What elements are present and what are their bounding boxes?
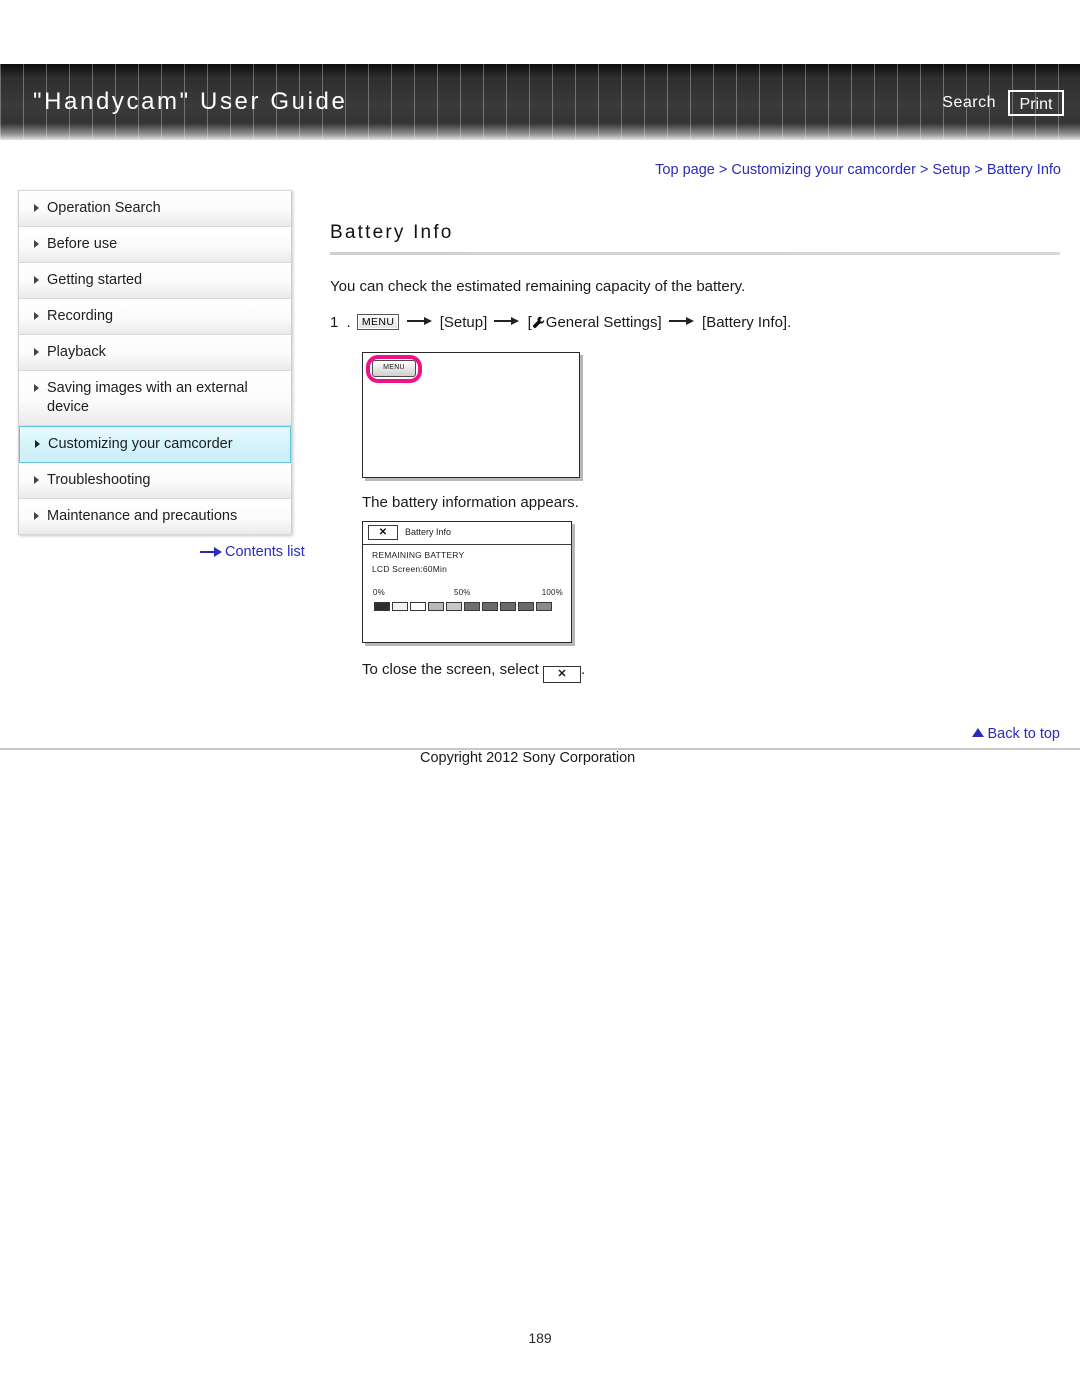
sidebar-item-saving-images[interactable]: Saving images with an external device <box>19 371 291 426</box>
battery-gauge-segment <box>500 602 516 611</box>
sidebar-item-customizing-your-camcorder[interactable]: Customizing your camcorder <box>19 426 291 463</box>
sidebar-item-playback[interactable]: Playback <box>19 335 291 371</box>
chevron-right-icon <box>34 312 39 320</box>
close-icon[interactable]: ✕ <box>542 666 581 683</box>
step-general-settings-label: General Settings] <box>545 314 662 331</box>
battery-gauge-segment <box>410 602 426 611</box>
chevron-right-icon <box>34 384 39 392</box>
step-number: 1 . <box>330 314 353 331</box>
battery-scale-row: 0% 50% 100% <box>373 588 563 600</box>
close-screen-note: To close the screen, select ✕. <box>362 661 1060 683</box>
contents-list-link[interactable]: Contents list <box>200 544 305 560</box>
page-number: 189 <box>528 1330 552 1346</box>
sidebar-item-before-use[interactable]: Before use <box>19 227 291 263</box>
battery-gauge-segment <box>536 602 552 611</box>
figure-lcd-battery-info-screen: ✕ Battery Info REMAINING BATTERY LCD Scr… <box>362 521 572 643</box>
sidebar-item-recording[interactable]: Recording <box>19 299 291 335</box>
battery-gauge-segment <box>464 602 480 611</box>
battery-gauge-segment <box>374 602 390 611</box>
main-content: Battery Info You can check the estimated… <box>330 222 1060 683</box>
wrench-icon <box>532 312 545 338</box>
site-header-banner: "Handycam" User Guide Search Print <box>0 64 1080 140</box>
highlight-ring-annotation <box>366 355 422 383</box>
chevron-right-icon <box>35 440 40 448</box>
arrow-right-icon <box>200 547 222 558</box>
close-note-suffix: . <box>580 661 586 678</box>
chevron-right-icon <box>34 476 39 484</box>
figure-caption: The battery information appears. <box>362 494 579 511</box>
sidebar-item-label: Troubleshooting <box>47 472 151 488</box>
chevron-right-icon <box>34 512 39 520</box>
battery-gauge-bar <box>374 602 552 611</box>
sidebar-item-label: Before use <box>47 236 118 252</box>
battery-gauge-segment <box>518 602 534 611</box>
sidebar-item-label: Operation Search <box>47 200 161 216</box>
title-divider <box>330 252 1060 255</box>
arrow-right-icon <box>494 317 520 325</box>
battery-gauge-segment <box>482 602 498 611</box>
scale-label-100: 100% <box>541 588 563 597</box>
sidebar-item-maintenance-and-precautions[interactable]: Maintenance and precautions <box>19 499 291 535</box>
site-title: "Handycam" User Guide <box>33 88 348 115</box>
sidebar-nav: Operation Search Before use Getting star… <box>18 190 292 535</box>
step-1: 1 . MENU [Setup] [General Settings] [Bat… <box>330 310 1060 338</box>
scale-label-0: 0% <box>373 588 385 597</box>
arrow-right-icon <box>668 317 695 325</box>
close-icon[interactable]: ✕ <box>368 525 398 540</box>
sidebar-item-label: Recording <box>47 308 114 324</box>
contents-list-label: Contents list <box>225 544 305 560</box>
banner-inner: "Handycam" User Guide Search Print <box>0 64 1080 140</box>
sidebar-item-label: Customizing your camcorder <box>48 436 233 452</box>
step-setup-label: [Setup] <box>439 314 488 331</box>
print-button[interactable]: Print <box>1008 90 1064 116</box>
figure-lcd-menu-screen: MENU <box>362 352 580 478</box>
intro-paragraph: You can check the estimated remaining ca… <box>330 278 746 295</box>
chevron-right-icon <box>34 276 39 284</box>
back-to-top-label: Back to top <box>987 726 1060 742</box>
chevron-right-icon <box>34 240 39 248</box>
arrow-right-icon <box>406 317 433 325</box>
scale-label-50: 50% <box>454 588 471 597</box>
battery-gauge-segment <box>428 602 444 611</box>
lcd-screen-title: Battery Info <box>405 527 452 537</box>
page-title: Battery Info <box>330 222 454 243</box>
remaining-battery-label: REMAINING BATTERY <box>372 550 465 560</box>
close-note-prefix: To close the screen, select <box>362 661 539 678</box>
back-to-top-link[interactable]: Back to top <box>972 726 1060 742</box>
sidebar-item-label: Playback <box>47 344 106 360</box>
breadcrumb[interactable]: Top page > Customizing your camcorder > … <box>655 162 1061 178</box>
sidebar-item-label: Saving images with an external device <box>47 380 248 415</box>
sidebar-item-label: Maintenance and precautions <box>47 508 238 524</box>
battery-gauge-segment <box>446 602 462 611</box>
step-battery-info-label: [Battery Info]. <box>702 314 792 331</box>
sidebar-item-operation-search[interactable]: Operation Search <box>19 190 291 227</box>
chevron-right-icon <box>34 348 39 356</box>
sidebar-item-troubleshooting[interactable]: Troubleshooting <box>19 463 291 499</box>
battery-gauge-segment <box>392 602 408 611</box>
search-button[interactable]: Search <box>942 94 996 112</box>
copyright-text: Copyright 2012 Sony Corporation <box>420 750 636 766</box>
chevron-right-icon <box>34 204 39 212</box>
sidebar-item-getting-started[interactable]: Getting started <box>19 263 291 299</box>
sidebar-item-label: Getting started <box>47 272 143 288</box>
lcd-screen-time-label: LCD Screen:60Min <box>372 564 448 574</box>
triangle-up-icon <box>972 728 985 737</box>
lcd-titlebar: ✕ Battery Info <box>363 522 571 545</box>
menu-chip-icon: MENU <box>356 314 400 330</box>
